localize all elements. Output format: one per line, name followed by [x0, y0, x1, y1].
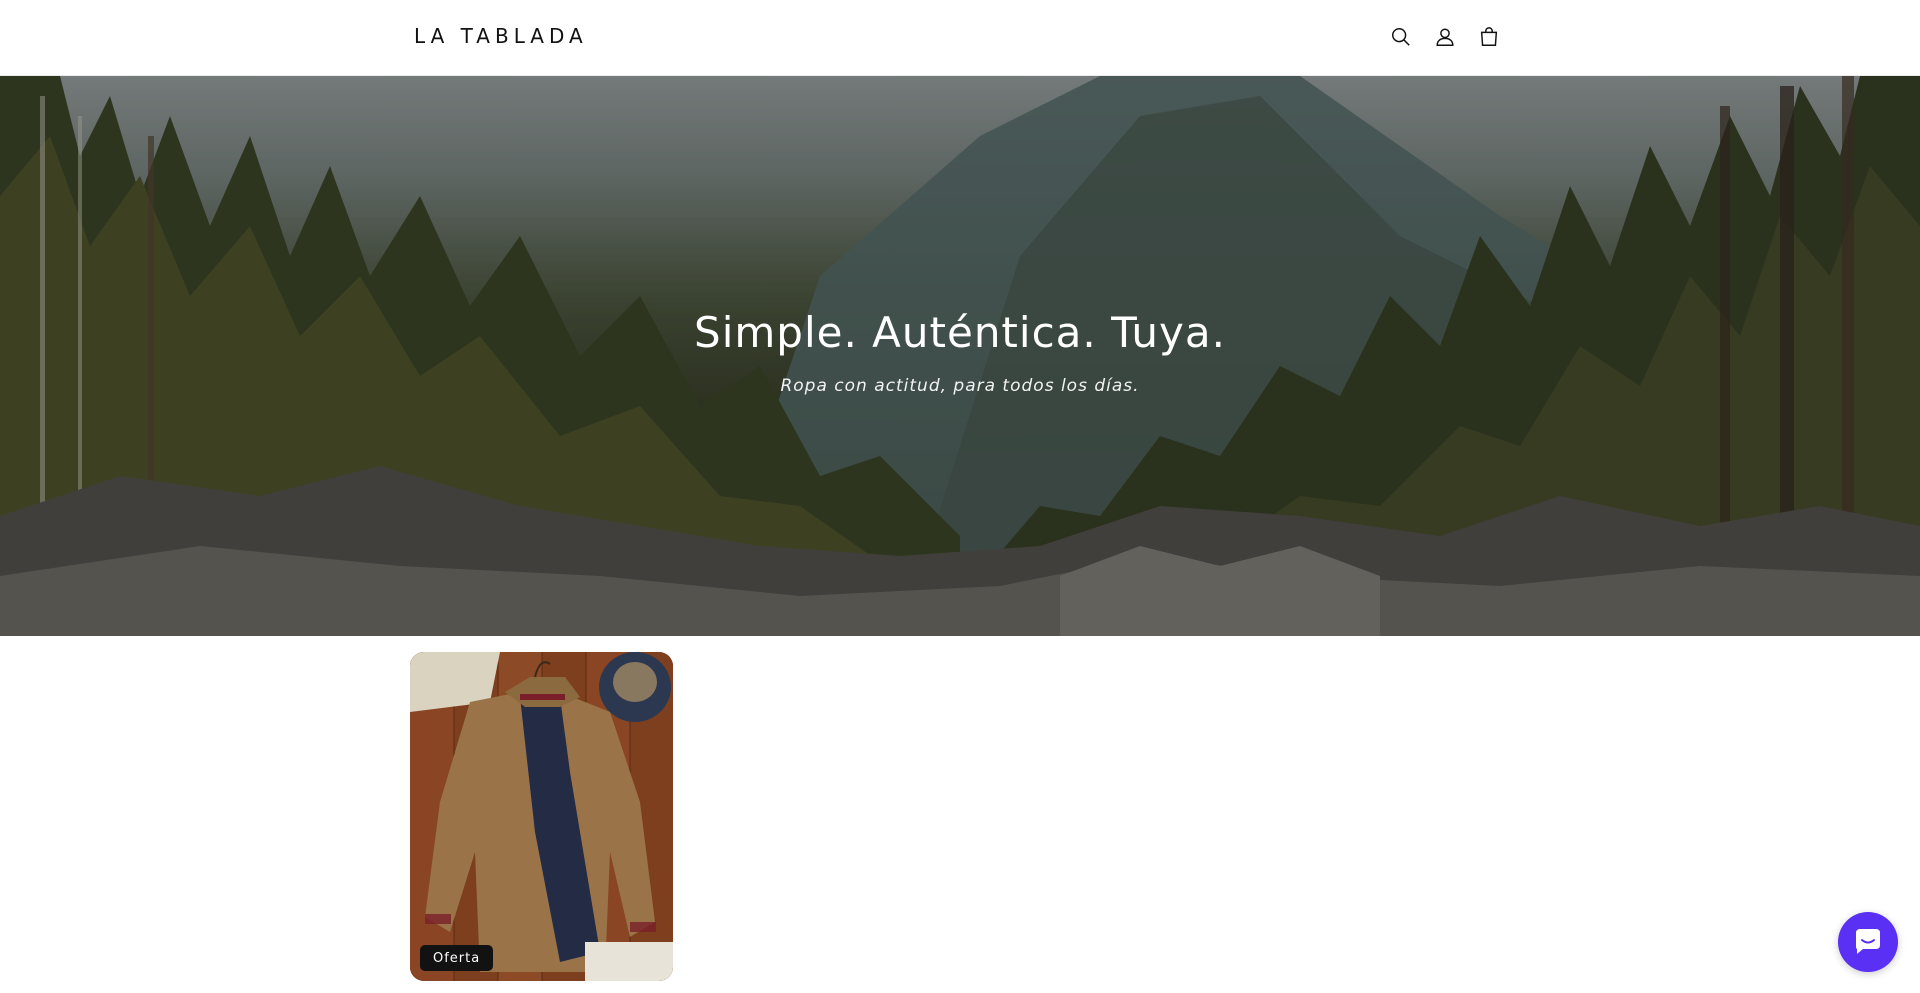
hero-banner: Simple. Auténtica. Tuya. Ropa con actitu… — [0, 76, 1920, 636]
cart-icon[interactable] — [1477, 23, 1501, 51]
hero-subtitle: Ropa con actitud, para todos los días. — [780, 376, 1140, 396]
jacket-product-image — [410, 652, 673, 981]
sale-badge: Oferta — [420, 945, 494, 971]
site-header: LA TABLADA — [0, 0, 1920, 76]
product-card[interactable]: Oferta — [410, 652, 673, 981]
store-logo[interactable]: LA TABLADA — [414, 24, 588, 48]
chat-button[interactable] — [1838, 912, 1898, 972]
chat-icon — [1856, 929, 1880, 954]
header-icons — [1389, 23, 1501, 51]
search-icon[interactable] — [1389, 23, 1413, 51]
account-icon[interactable] — [1433, 23, 1457, 51]
hero-title: Simple. Auténtica. Tuya. — [694, 308, 1226, 357]
